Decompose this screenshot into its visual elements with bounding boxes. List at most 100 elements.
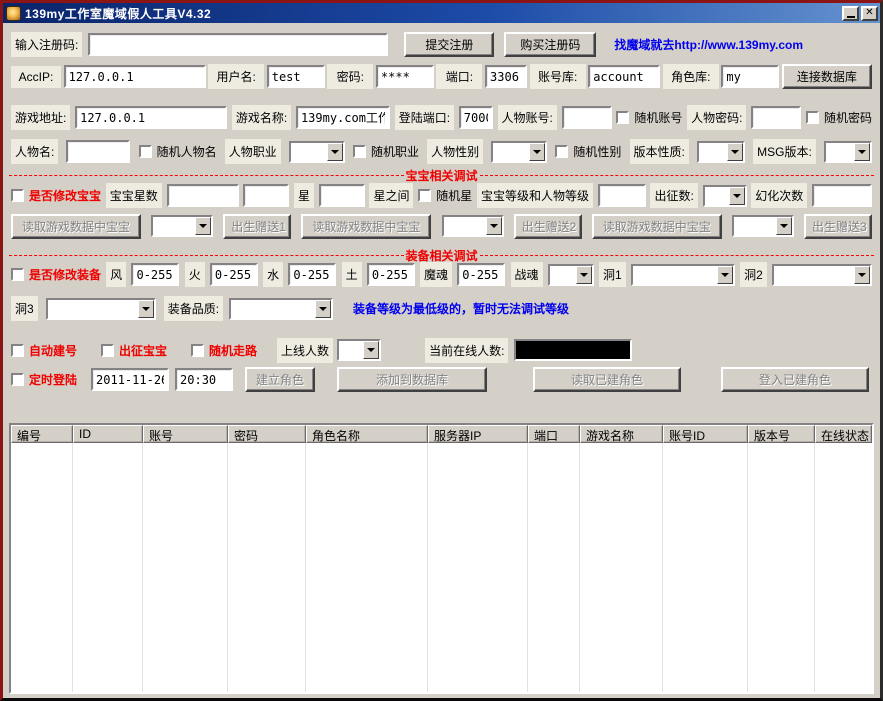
title-bar[interactable]: 139my工作室魔域假人工具V4.32 ✕: [3, 3, 880, 23]
char-account-input[interactable]: [562, 106, 612, 129]
online-count-dropdown[interactable]: [337, 339, 381, 361]
login-date-input[interactable]: [91, 368, 169, 391]
pet-gift3-dropdown[interactable]: [732, 215, 794, 237]
pet-section-divider: 宝宝相关调试: [9, 169, 874, 181]
db-password-input[interactable]: [376, 65, 434, 88]
app-window: 139my工作室魔域假人工具V4.32 ✕ 输入注册码: 提交注册 购买注册码 …: [0, 0, 883, 701]
version-dropdown[interactable]: [697, 141, 745, 163]
water-input[interactable]: [288, 263, 336, 286]
read-pet-data-button-2[interactable]: 读取游戏数据中宝宝: [301, 214, 431, 239]
account-table: 编号 ID 账号 密码 角色名称 服务器IP 端口 游戏名称 账号ID 版本号 …: [9, 423, 874, 694]
enter-roles-button[interactable]: 登入已建角色: [721, 367, 869, 392]
col-header-password[interactable]: 密码: [228, 425, 306, 443]
random-account-label: 随机账号: [634, 109, 682, 126]
char-job-label: 人物职业: [225, 139, 281, 164]
timed-login-checkbox[interactable]: [11, 373, 24, 386]
submit-register-button[interactable]: 提交注册: [404, 32, 494, 57]
birth-gift2-button[interactable]: 出生赠送2: [514, 214, 582, 239]
gender-dropdown[interactable]: [491, 141, 547, 163]
magic-soul-input[interactable]: [457, 263, 505, 286]
hole1-dropdown[interactable]: [631, 264, 735, 286]
random-star-checkbox[interactable]: [418, 189, 431, 202]
pet-star-from-input[interactable]: [167, 184, 239, 207]
table-column: [143, 443, 228, 692]
window-title: 139my工作室魔域假人工具V4.32: [25, 5, 211, 22]
account-db-input[interactable]: [588, 65, 660, 88]
col-header-rolename[interactable]: 角色名称: [306, 425, 428, 443]
pet-gift1-dropdown[interactable]: [151, 215, 213, 237]
pet-star-range-input[interactable]: [319, 184, 365, 207]
wind-input[interactable]: [131, 263, 179, 286]
modify-pet-checkbox[interactable]: [11, 189, 24, 202]
col-header-serverip[interactable]: 服务器IP: [428, 425, 528, 443]
equip-quality-dropdown[interactable]: [229, 298, 333, 320]
current-online-display: [514, 339, 632, 361]
col-header-port[interactable]: 端口: [528, 425, 580, 443]
birth-gift3-button[interactable]: 出生赠送3: [804, 214, 872, 239]
auto-create-checkbox[interactable]: [11, 344, 24, 357]
col-header-id[interactable]: ID: [73, 425, 143, 443]
modify-equip-checkbox[interactable]: [11, 268, 24, 281]
col-header-accountid[interactable]: 账号ID: [663, 425, 748, 443]
promo-link[interactable]: 找魔域就去http://www.139my.com: [614, 36, 803, 53]
account-table-body[interactable]: [11, 443, 872, 692]
game-name-input[interactable]: [296, 106, 390, 129]
pet-section-title: 宝宝相关调试: [404, 167, 480, 184]
col-header-version[interactable]: 版本号: [748, 425, 815, 443]
minimize-button[interactable]: [842, 6, 859, 21]
read-pet-data-button-1[interactable]: 读取游戏数据中宝宝: [11, 214, 141, 239]
random-password-checkbox[interactable]: [806, 111, 819, 124]
war-soul-dropdown[interactable]: [548, 264, 594, 286]
random-gender-checkbox[interactable]: [555, 145, 568, 158]
col-header-status[interactable]: 在线状态: [815, 425, 872, 443]
read-roles-button[interactable]: 读取已建角色: [533, 367, 681, 392]
random-walk-checkbox[interactable]: [191, 344, 204, 357]
job-dropdown[interactable]: [289, 141, 345, 163]
huanhua-input[interactable]: [812, 184, 872, 207]
birth-gift1-button[interactable]: 出生赠送1: [223, 214, 291, 239]
random-name-checkbox[interactable]: [139, 145, 152, 158]
char-password-input[interactable]: [751, 106, 801, 129]
table-column: [73, 443, 143, 692]
fire-label: 火: [185, 262, 205, 287]
create-role-button[interactable]: 建立角色: [245, 367, 315, 392]
accip-input[interactable]: [64, 65, 206, 88]
connect-db-button[interactable]: 连接数据库: [782, 64, 872, 89]
expedition-count-label: 出征数:: [650, 183, 697, 208]
add-to-db-button[interactable]: 添加到数据库: [337, 367, 487, 392]
pet-star-to-input[interactable]: [243, 184, 289, 207]
msg-version-label: MSG版本:: [753, 139, 816, 164]
read-pet-data-button-3[interactable]: 读取游戏数据中宝宝: [592, 214, 722, 239]
game-address-input[interactable]: [75, 106, 227, 129]
fire-input[interactable]: [210, 263, 258, 286]
col-header-account[interactable]: 账号: [143, 425, 228, 443]
random-job-checkbox[interactable]: [353, 145, 366, 158]
col-header-gamename[interactable]: 游戏名称: [580, 425, 663, 443]
chevron-down-icon: [367, 348, 375, 352]
char-gender-label: 人物性别: [427, 139, 483, 164]
pet-gift2-dropdown[interactable]: [442, 215, 504, 237]
pet-expedition-checkbox[interactable]: [101, 344, 114, 357]
expedition-dropdown[interactable]: [703, 185, 747, 207]
hole3-dropdown[interactable]: [46, 298, 156, 320]
msg-version-dropdown[interactable]: [824, 141, 872, 163]
close-button[interactable]: ✕: [861, 6, 878, 21]
earth-input[interactable]: [367, 263, 415, 286]
col-header-number[interactable]: 编号: [11, 425, 73, 443]
role-db-input[interactable]: [721, 65, 779, 88]
hole1-label: 洞1: [599, 262, 626, 287]
db-username-input[interactable]: [267, 65, 325, 88]
pet-level-input[interactable]: [598, 184, 646, 207]
char-account-label: 人物账号:: [498, 105, 557, 130]
water-label: 水: [263, 262, 283, 287]
random-account-checkbox[interactable]: [616, 111, 629, 124]
accip-label: AccIP:: [11, 66, 61, 88]
register-code-input[interactable]: [88, 33, 388, 56]
hole2-dropdown[interactable]: [772, 264, 872, 286]
login-time-input[interactable]: [175, 368, 233, 391]
char-name-input[interactable]: [66, 140, 130, 163]
login-port-input[interactable]: [459, 106, 493, 129]
buy-register-button[interactable]: 购买注册码: [504, 32, 596, 57]
chevron-down-icon: [731, 150, 739, 154]
db-port-input[interactable]: [485, 65, 527, 88]
